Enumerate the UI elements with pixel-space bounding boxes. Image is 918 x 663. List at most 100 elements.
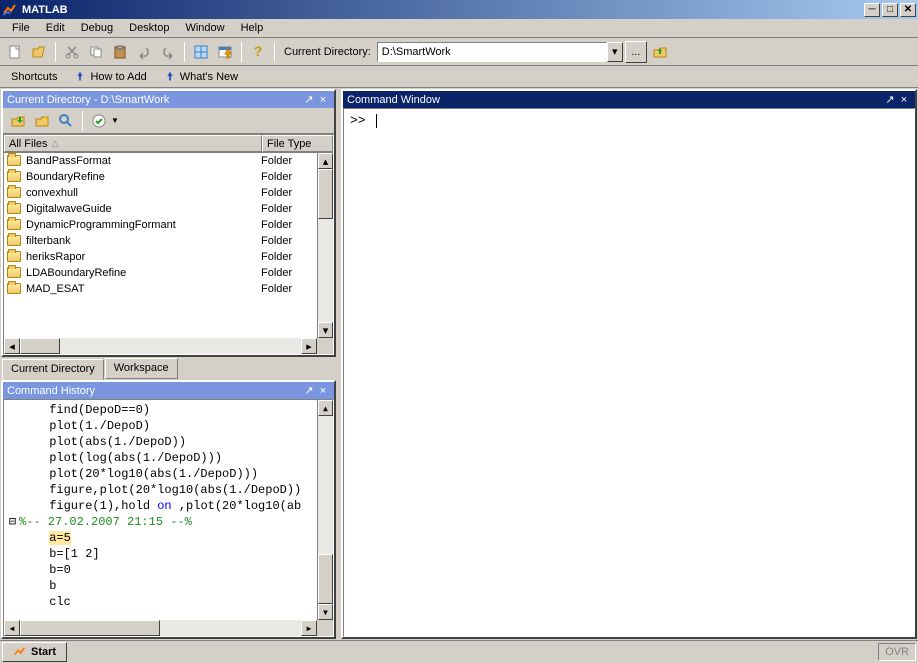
separator [55, 42, 56, 62]
history-line[interactable]: plot(1./DepoD) [6, 418, 315, 434]
undock-button[interactable]: ↗ [302, 93, 316, 106]
file-type: Folder [261, 203, 292, 215]
file-name: heriksRapor [26, 251, 261, 263]
scroll-up-button[interactable]: ▴ [318, 153, 333, 169]
scroll-down-button[interactable]: ▾ [318, 322, 333, 338]
history-line[interactable]: b [6, 578, 315, 594]
file-row[interactable]: MAD_ESATFolder [4, 281, 317, 297]
folder-icon [7, 283, 23, 296]
undock-button[interactable]: ↗ [883, 93, 897, 106]
col-allfiles[interactable]: All Files△ [4, 135, 262, 152]
command-window-panel: Command Window ↗ × >> [341, 89, 917, 639]
close-panel-button[interactable]: × [316, 93, 330, 106]
file-row[interactable]: DynamicProgrammingFormantFolder [4, 217, 317, 233]
scroll-right-button[interactable]: ▸ [301, 338, 317, 354]
guide-button[interactable] [214, 41, 236, 63]
file-name: MAD_ESAT [26, 283, 261, 295]
report-button[interactable] [88, 110, 110, 132]
close-button[interactable]: ✕ [900, 3, 916, 17]
cut-button[interactable] [61, 41, 83, 63]
curdir-input[interactable] [377, 42, 607, 62]
file-type: Folder [261, 267, 292, 279]
history-line[interactable]: b=[1 2] [6, 546, 315, 562]
file-row[interactable]: DigitalwaveGuideFolder [4, 201, 317, 217]
horizontal-scrollbar[interactable]: ◂ ▸ [4, 620, 317, 636]
simulink-button[interactable] [190, 41, 212, 63]
tab-workspace[interactable]: Workspace [105, 358, 178, 379]
start-button[interactable]: Start [2, 642, 67, 662]
menu-debug[interactable]: Debug [73, 20, 121, 36]
browse-button[interactable]: ... [625, 41, 647, 63]
dropdown-arrow-icon[interactable]: ▼ [111, 116, 119, 125]
history-line[interactable]: a=5 [6, 530, 315, 546]
curdir-panel-titlebar: Current Directory - D:\SmartWork ↗ × [3, 91, 334, 108]
vertical-scrollbar[interactable]: ▴ ▾ [317, 153, 333, 338]
horizontal-scrollbar[interactable]: ◂ ▸ [4, 338, 317, 354]
paste-button[interactable] [109, 41, 131, 63]
copy-button[interactable] [85, 41, 107, 63]
file-name: convexhull [26, 187, 261, 199]
file-row[interactable]: convexhullFolder [4, 185, 317, 201]
svg-text:?: ? [254, 44, 263, 59]
up-folder-button[interactable] [649, 41, 671, 63]
scroll-right-button[interactable]: ▸ [301, 620, 317, 636]
scroll-left-button[interactable]: ◂ [4, 338, 20, 354]
ovr-indicator: OVR [878, 643, 916, 661]
new-file-button[interactable] [4, 41, 26, 63]
maximize-button[interactable]: □ [882, 3, 898, 17]
separator [82, 111, 83, 131]
history-line[interactable]: ⊟%-- 27.02.2007 21:15 --% [6, 514, 315, 530]
file-row[interactable]: LDABoundaryRefineFolder [4, 265, 317, 281]
history-line[interactable]: figure(1),hold on ,plot(20*log10(ab [6, 498, 315, 514]
history-line[interactable]: clc [6, 594, 315, 610]
curdir-label: Current Directory: [284, 46, 371, 58]
history-line[interactable]: figure,plot(20*log10(abs(1./DepoD)) [6, 482, 315, 498]
scroll-corner [317, 620, 333, 636]
minimize-button[interactable]: ─ [864, 3, 880, 17]
col-filetype[interactable]: File Type [262, 135, 333, 152]
scroll-up-button[interactable]: ▴ [318, 400, 333, 416]
menu-edit[interactable]: Edit [38, 20, 73, 36]
vertical-scrollbar[interactable]: ▴ ▾ [317, 400, 333, 620]
tab-current-directory[interactable]: Current Directory [2, 359, 104, 380]
history-line[interactable]: b=0 [6, 562, 315, 578]
file-row[interactable]: filterbankFolder [4, 233, 317, 249]
redo-button[interactable] [157, 41, 179, 63]
find-button[interactable] [55, 110, 77, 132]
command-window-body[interactable]: >> [343, 108, 915, 637]
close-panel-button[interactable]: × [897, 93, 911, 106]
undo-button[interactable] [133, 41, 155, 63]
close-panel-button[interactable]: × [316, 384, 330, 397]
open-file-button[interactable] [28, 41, 50, 63]
app-icon [2, 2, 18, 18]
menu-desktop[interactable]: Desktop [121, 20, 177, 36]
history-body[interactable]: find(DepoD==0) plot(1./DepoD) plot(abs(1… [3, 399, 334, 637]
menu-help[interactable]: Help [233, 20, 272, 36]
new-folder-button[interactable] [31, 110, 53, 132]
history-line[interactable]: plot(20*log10(abs(1./DepoD))) [6, 466, 315, 482]
file-type: Folder [261, 251, 292, 263]
whatsnew-shortcut[interactable]: What's New [156, 67, 245, 87]
menu-window[interactable]: Window [177, 20, 232, 36]
file-row[interactable]: BoundaryRefineFolder [4, 169, 317, 185]
history-line[interactable]: plot(log(abs(1./DepoD))) [6, 450, 315, 466]
file-name: BandPassFormat [26, 155, 261, 167]
menu-file[interactable]: File [4, 20, 38, 36]
history-line[interactable]: find(DepoD==0) [6, 402, 315, 418]
file-row[interactable]: BandPassFormatFolder [4, 153, 317, 169]
separator [274, 42, 275, 62]
scroll-left-button[interactable]: ◂ [4, 620, 20, 636]
cmdwin-title: Command Window [347, 94, 440, 106]
main-area: Current Directory - D:\SmartWork ↗ × ▼ A… [0, 88, 918, 640]
tree-collapse-icon[interactable]: ⊟ [6, 514, 19, 530]
undock-button[interactable]: ↗ [302, 384, 316, 397]
app-title: MATLAB [22, 4, 68, 16]
title-bar: MATLAB ─ □ ✕ [0, 0, 918, 19]
help-button[interactable]: ? [247, 41, 269, 63]
history-line[interactable]: plot(abs(1./DepoD)) [6, 434, 315, 450]
file-row[interactable]: heriksRaporFolder [4, 249, 317, 265]
scroll-down-button[interactable]: ▾ [318, 604, 333, 620]
curdir-dropdown-button[interactable]: ▾ [607, 42, 623, 62]
up-level-button[interactable] [7, 110, 29, 132]
howto-shortcut[interactable]: How to Add [66, 67, 153, 87]
